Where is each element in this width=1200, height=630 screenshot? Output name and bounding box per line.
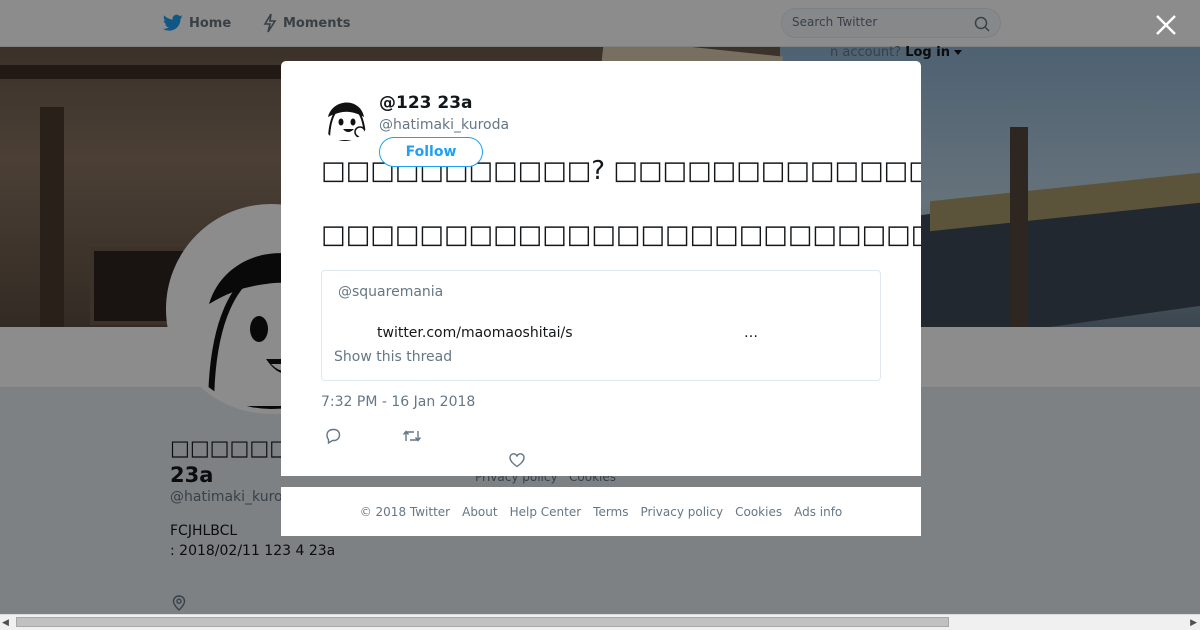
tweet-timestamp[interactable]: 7:32 PM - 16 Jan 2018 [321,394,475,410]
follow-button[interactable]: Follow [379,137,483,167]
quoted-tweet-ellipsis: … [744,325,758,341]
tweet-author-avatar[interactable] [321,93,369,141]
modal-footer: © 2018 Twitter About Help Center Terms P… [281,487,921,536]
quoted-tweet-card[interactable]: @squaremania twitter.com/maomaoshitai/s … [321,270,881,381]
footer-about-link[interactable]: About [462,505,497,519]
scrollbar-thumb[interactable] [16,617,949,627]
footer-copyright: © 2018 Twitter [359,504,451,519]
quoted-tweet-handle[interactable]: @squaremania [338,284,443,300]
tweet-text-line-2: □□□□□□□□□□□□□□□□□□□□□□□□□□□□□□□□□□□□□□□□… [321,220,921,250]
footer-terms-link[interactable]: Terms [593,505,628,519]
quoted-tweet-link[interactable]: twitter.com/maomaoshitai/s [377,325,573,341]
close-icon[interactable] [1153,12,1179,38]
retweet-icon[interactable] [402,427,422,445]
footer-help-link[interactable]: Help Center [510,505,582,519]
reply-icon[interactable] [324,427,342,445]
heart-icon[interactable] [508,451,526,469]
scroll-left-arrow-icon[interactable]: ◀ [2,618,9,628]
footer-cookies-link[interactable]: Cookies [735,505,782,519]
tweet-author-handle[interactable]: @hatimaki_kuroda [379,117,509,133]
scroll-right-arrow-icon[interactable]: ▶ [1190,618,1197,628]
footer-privacy-link[interactable]: Privacy policy [641,505,724,519]
show-thread-link[interactable]: Show this thread [334,349,452,365]
tweet-author-name[interactable]: @123 23a [379,93,473,113]
footer-ads-link[interactable]: Ads info [794,505,842,519]
tweet-modal: @123 23a @hatimaki_kuroda □□□□□□□□□□□? □… [281,61,921,476]
horizontal-scrollbar[interactable]: ◀ ▶ [0,614,1200,630]
